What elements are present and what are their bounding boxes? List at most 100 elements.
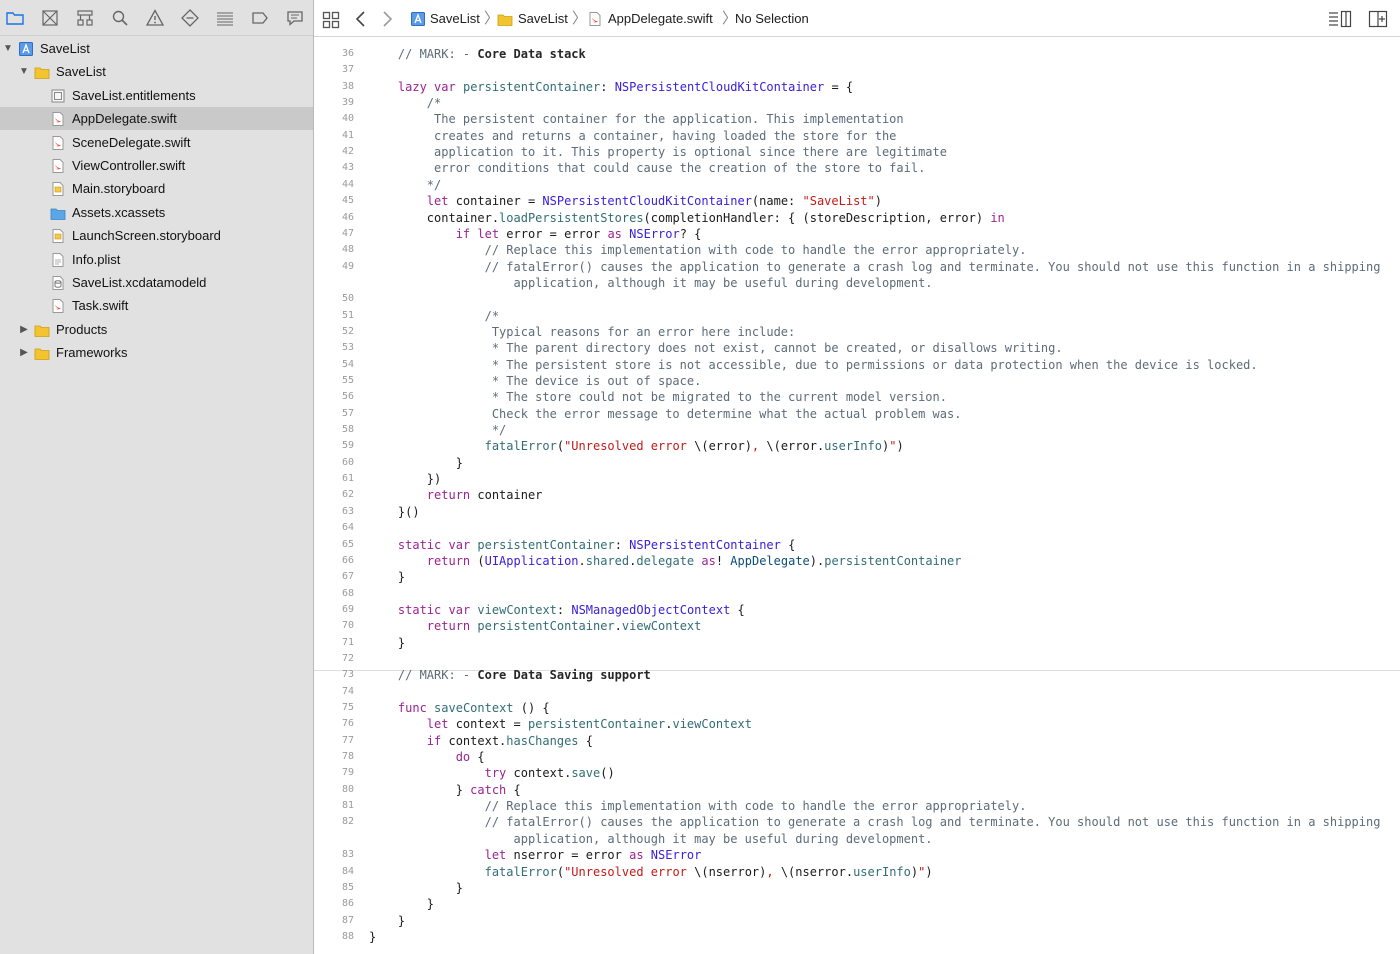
code-line[interactable]: 62 return container — [314, 487, 1400, 503]
tree-item[interactable]: ViewController.swift — [0, 154, 313, 177]
warning-icon[interactable] — [145, 8, 165, 28]
breadcrumb-item[interactable]: No Selection — [735, 0, 809, 37]
code-line[interactable]: 78 do { — [314, 749, 1400, 765]
code-line[interactable]: 66 return (UIApplication.shared.delegate… — [314, 553, 1400, 569]
code-line[interactable]: 76 let context = persistentContainer.vie… — [314, 716, 1400, 732]
code-line[interactable]: 42 application to it. This property is o… — [314, 144, 1400, 160]
code-line[interactable]: 80 } catch { — [314, 782, 1400, 798]
code-line[interactable]: 52 Typical reasons for an error here inc… — [314, 324, 1400, 340]
code-line[interactable]: 47 if let error = error as NSError? { — [314, 226, 1400, 242]
code-line[interactable]: 43 error conditions that could cause the… — [314, 160, 1400, 176]
tree-item-label: SaveList.xcdatamodeld — [72, 275, 207, 290]
debug-icon[interactable] — [215, 8, 235, 28]
code-line[interactable]: 53 * The parent directory does not exist… — [314, 340, 1400, 356]
code-line[interactable]: 37 — [314, 62, 1400, 78]
add-editor-icon[interactable] — [1368, 8, 1388, 30]
tree-item[interactable]: SaveList.entitlements — [0, 84, 313, 107]
code-line[interactable]: 60 } — [314, 455, 1400, 471]
code-line[interactable]: 58 */ — [314, 422, 1400, 438]
assets-catalog-icon — [50, 205, 66, 221]
line-number: 59 — [341, 440, 354, 452]
code-line[interactable]: 55 * The device is out of space. — [314, 373, 1400, 389]
code-line[interactable]: 40 The persistent container for the appl… — [314, 111, 1400, 127]
code-text: /* — [369, 96, 442, 111]
code-line[interactable]: 36 // MARK: - Core Data stack — [314, 46, 1400, 62]
adjust-editor-icon[interactable] — [1328, 8, 1352, 30]
code-line[interactable]: 70 return persistentContainer.viewContex… — [314, 618, 1400, 634]
code-line[interactable]: 69 static var viewContext: NSManagedObje… — [314, 602, 1400, 618]
disclosure-triangle-down-icon[interactable]: ▼ — [2, 37, 14, 60]
code-line[interactable]: 74 — [314, 684, 1400, 700]
disclosure-triangle-right-icon[interactable]: ▶ — [18, 318, 30, 341]
code-line[interactable]: 71 } — [314, 635, 1400, 651]
code-line[interactable]: 48 // Replace this implementation with c… — [314, 242, 1400, 258]
code-line[interactable]: 57 Check the error message to determine … — [314, 406, 1400, 422]
tree-item[interactable]: AppDelegate.swift — [0, 107, 313, 131]
disclosure-triangle-down-icon[interactable]: ▼ — [18, 60, 30, 83]
related-items-icon[interactable] — [322, 8, 340, 30]
back-chevron-icon[interactable] — [354, 8, 368, 30]
tree-item[interactable]: Info.plist — [0, 248, 313, 271]
code-view[interactable]: 36 // MARK: - Core Data stack 37 38 lazy v… — [314, 37, 1400, 954]
tree-item[interactable]: ▼ SaveList — [0, 60, 313, 83]
code-line[interactable]: 38 lazy var persistentContainer: NSPersi… — [314, 79, 1400, 95]
breakpoint-icon[interactable] — [250, 8, 270, 28]
tree-item[interactable]: Task.swift — [0, 294, 313, 317]
code-line[interactable]: 45 let container = NSPersistentCloudKitC… — [314, 193, 1400, 209]
tree-item[interactable]: ▼ SaveList — [0, 37, 313, 60]
line-number: 40 — [341, 113, 354, 125]
code-line[interactable]: 73 // MARK: - Core Data Saving support — [314, 667, 1400, 683]
disclosure-triangle-right-icon[interactable]: ▶ — [18, 341, 30, 364]
report-icon[interactable] — [285, 8, 305, 28]
hierarchy-icon[interactable] — [75, 8, 95, 28]
code-line[interactable]: 67 } — [314, 569, 1400, 585]
code-line[interactable]: 82 // fatalError() causes the applicatio… — [314, 814, 1400, 830]
code-line[interactable]: 51 /* — [314, 308, 1400, 324]
code-line[interactable]: 54 * The persistent store is not accessi… — [314, 357, 1400, 373]
code-line[interactable]: 44 */ — [314, 177, 1400, 193]
forward-chevron-icon[interactable] — [380, 8, 394, 30]
code-line[interactable]: 87 } — [314, 913, 1400, 929]
breadcrumb-item[interactable]: SaveList — [430, 0, 480, 37]
code-line[interactable]: 83 let nserror = error as NSError — [314, 847, 1400, 863]
test-icon[interactable] — [180, 8, 200, 28]
code-line[interactable]: 41 creates and returns a container, havi… — [314, 128, 1400, 144]
code-line[interactable]: application, although it may be useful d… — [314, 831, 1400, 847]
code-text: return (UIApplication.shared.delegate as… — [426, 553, 962, 568]
search-icon[interactable] — [110, 8, 130, 28]
navigator-toolbar — [0, 0, 313, 36]
code-line[interactable]: 63 }() — [314, 504, 1400, 520]
code-line[interactable]: 84 fatalError("Unresolved error \(nserro… — [314, 864, 1400, 880]
code-line[interactable]: 61 }) — [314, 471, 1400, 487]
tree-item[interactable]: SceneDelegate.swift — [0, 131, 313, 154]
code-line[interactable]: 59 fatalError("Unresolved error \(error)… — [314, 438, 1400, 454]
code-line[interactable]: 49 // fatalError() causes the applicatio… — [314, 259, 1400, 275]
folder-icon[interactable] — [5, 8, 25, 28]
tree-item[interactable]: Main.storyboard — [0, 177, 313, 200]
code-line[interactable]: 65 static var persistentContainer: NSPer… — [314, 537, 1400, 553]
code-line[interactable]: 39 /* — [314, 95, 1400, 111]
tree-item[interactable]: ▶ Products — [0, 318, 313, 341]
tree-item[interactable]: LaunchScreen.storyboard — [0, 224, 313, 247]
code-line[interactable]: 79 try context.save() — [314, 765, 1400, 781]
code-line[interactable]: 68 — [314, 586, 1400, 602]
tree-item[interactable]: ▶ Frameworks — [0, 341, 313, 364]
code-line[interactable]: 85 } — [314, 880, 1400, 896]
code-line[interactable]: 50 — [314, 291, 1400, 307]
source-control-icon[interactable] — [40, 8, 60, 28]
tree-item[interactable]: SaveList.xcdatamodeld — [0, 271, 313, 294]
tree-item[interactable]: Assets.xcassets — [0, 201, 313, 224]
code-line[interactable]: 56 * The store could not be migrated to … — [314, 389, 1400, 405]
code-line[interactable]: 75 func saveContext () { — [314, 700, 1400, 716]
breadcrumb-item[interactable]: SaveList — [518, 0, 568, 37]
code-line[interactable]: 88} — [314, 929, 1400, 945]
code-line[interactable]: 72 — [314, 651, 1400, 667]
code-line[interactable]: 86 } — [314, 896, 1400, 912]
tree-item-label: SceneDelegate.swift — [72, 134, 191, 150]
code-line[interactable]: 64 — [314, 520, 1400, 536]
code-line[interactable]: 46 container.loadPersistentStores(comple… — [314, 210, 1400, 226]
breadcrumb-item[interactable]: AppDelegate.swift — [608, 0, 713, 37]
code-line[interactable]: application, although it may be useful d… — [314, 275, 1400, 291]
code-line[interactable]: 77 if context.hasChanges { — [314, 733, 1400, 749]
code-line[interactable]: 81 // Replace this implementation with c… — [314, 798, 1400, 814]
